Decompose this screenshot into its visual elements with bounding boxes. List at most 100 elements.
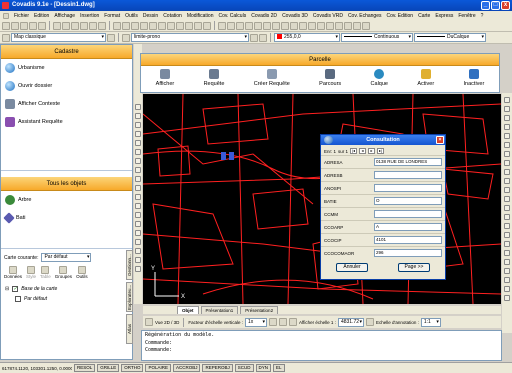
cadastre-item-ouvrir-dossier[interactable]: Ouvrir dossier <box>1 77 132 95</box>
cadastre-item-assistant-requete[interactable]: Assistant Requête <box>1 113 132 131</box>
close-button[interactable]: x <box>501 1 510 10</box>
menu-covadis-vrd[interactable]: Covadis VRD <box>313 13 343 19</box>
cadastre-item-urbanisme[interactable]: Urbanisme <box>1 59 132 77</box>
extend-icon[interactable] <box>504 187 510 193</box>
cadastre-header[interactable]: Cadastre <box>1 45 132 59</box>
menu-carte[interactable]: Carte <box>418 13 430 19</box>
zoom-previous-icon[interactable] <box>140 21 148 30</box>
paste-icon[interactable] <box>71 21 79 30</box>
design-center-icon[interactable] <box>158 21 166 30</box>
parcelle-header[interactable]: Parcelle <box>141 54 499 66</box>
menu-cov-echanges[interactable]: Cov. Echanges <box>348 13 382 19</box>
break-icon[interactable] <box>504 196 510 202</box>
cloud-icon[interactable] <box>135 167 141 173</box>
field-value[interactable]: O <box>374 197 442 205</box>
cov-tool-icon[interactable] <box>308 21 316 30</box>
mtext-icon[interactable] <box>135 266 141 272</box>
tab-presentation1[interactable]: Présentation1 <box>200 306 239 314</box>
field-value[interactable]: 296 <box>374 249 442 257</box>
zoom-icon[interactable] <box>122 21 130 30</box>
layer-combo[interactable]: limite-prono <box>131 33 249 42</box>
calc-icon[interactable] <box>194 21 202 30</box>
zoom-icon[interactable] <box>279 318 287 326</box>
last-record-button[interactable]: ▸| <box>377 148 385 154</box>
layer-manager-icon[interactable] <box>122 33 130 42</box>
preview-icon[interactable] <box>38 21 46 30</box>
status-ortho[interactable]: ORTHO <box>121 364 144 372</box>
status-polaire[interactable]: POLAIRE <box>145 364 171 372</box>
cov-tool-icon[interactable] <box>290 21 298 30</box>
cov-tool-icon[interactable] <box>335 21 343 30</box>
snap-icon[interactable] <box>504 295 510 301</box>
annotation-scale-combo[interactable]: 1:1 <box>420 317 441 327</box>
field-value[interactable] <box>374 184 442 192</box>
menu-cov-calculs[interactable]: Cov. Calculs <box>219 13 247 19</box>
menu-edition[interactable]: Edition <box>34 13 49 19</box>
layer-icon[interactable] <box>218 21 226 30</box>
tab-gestionnaire[interactable]: Gestionn... <box>126 250 133 280</box>
minimize-button[interactable]: _ <box>481 1 490 10</box>
cov-tool-icon[interactable] <box>353 21 361 30</box>
palettes-icon[interactable] <box>167 21 175 30</box>
cov-tool-icon[interactable] <box>245 21 253 30</box>
spline-icon[interactable] <box>135 176 141 182</box>
command-line[interactable]: Régénération du modèle. Commande: Comman… <box>141 330 502 361</box>
open-icon[interactable] <box>11 21 19 30</box>
cov-tool-icon[interactable] <box>254 21 262 30</box>
next-record-button[interactable]: ▸ <box>368 148 376 154</box>
undo-icon[interactable] <box>89 21 97 30</box>
snap-icon[interactable] <box>504 241 510 247</box>
visibility-checkbox[interactable] <box>15 296 21 302</box>
layer-previous-icon[interactable] <box>259 33 267 42</box>
snap-icon[interactable] <box>504 259 510 265</box>
snap-icon[interactable] <box>504 277 510 283</box>
cov-tool-icon[interactable] <box>326 21 334 30</box>
tab-atlas[interactable]: Atlas <box>126 314 133 344</box>
doc-icon[interactable] <box>3 12 9 19</box>
redo-icon[interactable] <box>98 21 106 30</box>
insert-block-icon[interactable] <box>135 203 141 209</box>
new-icon[interactable] <box>2 21 10 30</box>
prev-record-button[interactable]: ◂ <box>359 148 367 154</box>
hatch-icon[interactable] <box>135 230 141 236</box>
make-current-icon[interactable] <box>250 33 258 42</box>
field-value[interactable]: 0138 RUE DE LONDRES <box>374 158 442 166</box>
copy-object-icon[interactable] <box>504 106 510 112</box>
menu-cotation[interactable]: Cotation <box>163 13 182 19</box>
menu-dessin[interactable]: Dessin <box>143 13 158 19</box>
menu-format[interactable]: Format <box>104 13 120 19</box>
properties-icon[interactable] <box>149 21 157 30</box>
join-icon[interactable] <box>504 205 510 211</box>
command-prompt[interactable]: Commande: <box>145 347 498 355</box>
tab-explorateur[interactable]: Explorateu... <box>126 282 133 312</box>
explode-icon[interactable] <box>504 232 510 238</box>
cov-tool-icon[interactable] <box>344 21 352 30</box>
rotate-icon[interactable] <box>504 151 510 157</box>
snap-icon[interactable] <box>504 250 510 256</box>
mirror-icon[interactable] <box>504 115 510 121</box>
dialog-titlebar[interactable]: Consultation × <box>321 135 445 145</box>
donnees-button[interactable]: Données <box>4 266 22 279</box>
snap-icon[interactable] <box>504 268 510 274</box>
polygon-icon[interactable] <box>135 131 141 137</box>
ellipse-arc-icon[interactable] <box>135 194 141 200</box>
polyline-icon[interactable] <box>135 122 141 128</box>
menu-insertion[interactable]: Insertion <box>80 13 99 19</box>
field-value[interactable]: 4101 <box>374 236 442 244</box>
gradient-icon[interactable] <box>135 239 141 245</box>
style-button[interactable]: Style <box>26 266 36 279</box>
match-icon[interactable] <box>80 21 88 30</box>
tree-root[interactable]: ⊟ ✓ Base de la carte <box>5 284 128 294</box>
carte-courante-combo[interactable]: Par défaut <box>41 253 92 262</box>
collapse-icon[interactable]: ⊟ <box>5 286 9 292</box>
zoom-window-icon[interactable] <box>131 21 139 30</box>
cov-tool-icon[interactable] <box>272 21 280 30</box>
view-icon[interactable] <box>145 318 153 326</box>
ellipse-icon[interactable] <box>135 185 141 191</box>
first-record-button[interactable]: |◂ <box>350 148 358 154</box>
workspace-icon[interactable] <box>2 33 10 42</box>
save-icon[interactable] <box>20 21 28 30</box>
vertical-factor-combo[interactable]: 1x <box>245 317 267 327</box>
cov-tool-icon[interactable] <box>263 21 271 30</box>
line-tool-icon[interactable] <box>135 104 141 110</box>
